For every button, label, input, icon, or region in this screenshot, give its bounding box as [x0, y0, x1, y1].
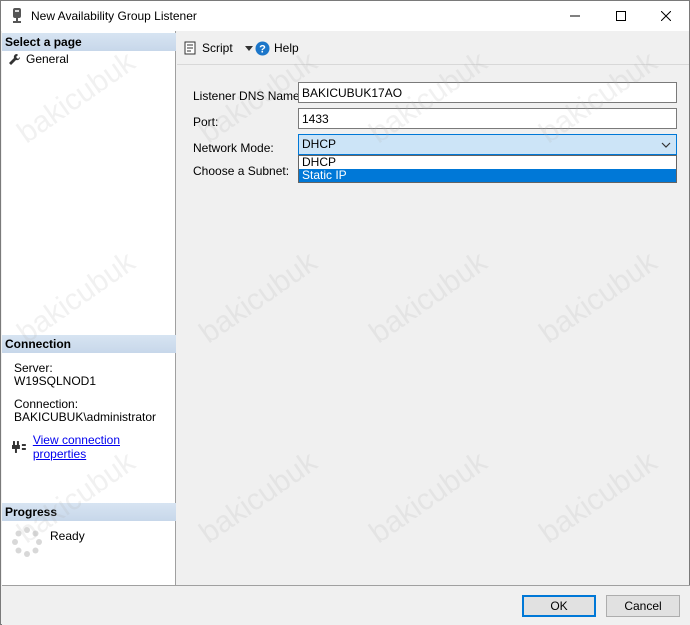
network-mode-option-dhcp[interactable]: DHCP — [299, 156, 676, 169]
network-mode-option-static-ip[interactable]: Static IP — [299, 169, 676, 182]
dialog-button-bar: OK Cancel — [2, 585, 690, 625]
network-mode-selected-value: DHCP — [302, 137, 337, 151]
wrench-icon — [9, 53, 21, 65]
progress-row: Ready — [12, 527, 85, 557]
sql-server-app-icon — [13, 8, 21, 23]
page-item-label: General — [26, 52, 69, 66]
help-button[interactable]: ? Help — [255, 39, 299, 57]
right-pane: Script ? Help Listener DNS Name: Port: N… — [177, 31, 689, 585]
port-input[interactable] — [298, 108, 677, 129]
minimize-icon — [570, 15, 580, 17]
svg-text:?: ? — [259, 43, 266, 55]
script-icon — [184, 41, 196, 55]
maximize-button[interactable] — [598, 1, 644, 31]
network-mode-label: Network Mode: — [193, 141, 274, 155]
window-title: New Availability Group Listener — [31, 9, 197, 23]
maximize-icon — [616, 11, 626, 21]
chevron-down-icon[interactable] — [243, 43, 255, 53]
network-mode-select[interactable]: DHCP — [298, 134, 677, 155]
network-mode-dropdown-list: DHCP Static IP — [298, 155, 677, 183]
left-pane: Select a page General Connection Server:… — [2, 31, 176, 585]
port-label: Port: — [193, 115, 219, 129]
close-button[interactable] — [643, 1, 689, 31]
connection-plug-icon — [12, 441, 26, 453]
server-value: W19SQLNOD1 — [14, 374, 97, 388]
dialog-window: New Availability Group Listener Select a… — [0, 0, 690, 625]
chevron-down-icon — [661, 142, 671, 148]
choose-subnet-label: Choose a Subnet: — [193, 164, 290, 178]
connection-value: BAKICUBUK\administrator — [14, 410, 157, 424]
help-label: Help — [274, 41, 299, 55]
progress-header: Progress — [2, 503, 176, 521]
minimize-button[interactable] — [552, 1, 598, 31]
close-icon — [661, 11, 671, 21]
view-connection-properties-row: View connection properties — [12, 433, 175, 461]
script-button[interactable]: Script — [184, 39, 255, 57]
ok-button[interactable]: OK — [522, 595, 596, 617]
title-bar[interactable]: New Availability Group Listener — [1, 1, 689, 31]
script-label: Script — [202, 41, 233, 55]
connection-header: Connection — [2, 335, 176, 353]
progress-spinner-icon — [12, 527, 42, 557]
select-page-header: Select a page — [2, 33, 176, 51]
listener-dns-name-input[interactable] — [298, 82, 677, 103]
listener-dns-name-label: Listener DNS Name: — [193, 89, 304, 103]
help-icon: ? — [255, 41, 270, 55]
toolbar: Script ? Help — [177, 31, 689, 65]
cancel-button[interactable]: Cancel — [606, 595, 680, 617]
view-connection-properties-link[interactable]: View connection properties — [33, 433, 175, 461]
progress-status: Ready — [50, 529, 85, 543]
page-item-general[interactable]: General — [8, 51, 69, 67]
